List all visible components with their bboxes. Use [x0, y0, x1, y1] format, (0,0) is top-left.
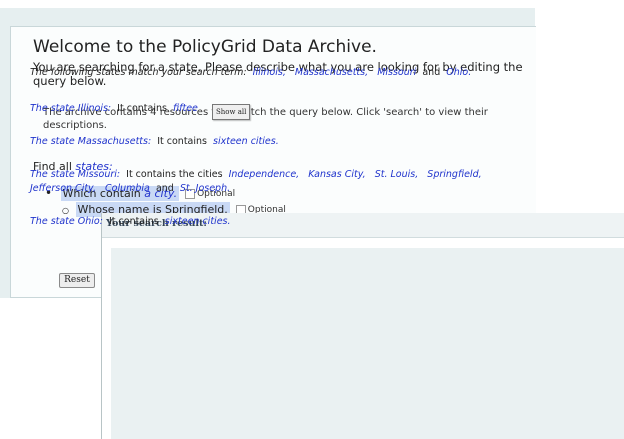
ohio-label-link[interactable]: The state Ohio: — [30, 216, 103, 227]
ohio-text: It contains — [108, 216, 159, 227]
city-link-st-joseph[interactable]: St. Joseph. — [180, 183, 230, 194]
missouri-line: The state Missouri: It contains the citi… — [30, 169, 482, 180]
ohio-cities-link[interactable]: sixteen cities. — [165, 216, 231, 227]
state-link-ohio[interactable]: Ohio. — [446, 67, 471, 78]
state-link-illinois[interactable]: Illinois, — [253, 67, 286, 78]
massachusetts-label-link[interactable]: The state Massachusetts: — [30, 136, 151, 147]
city-link-columbia[interactable]: Columbia — [105, 183, 150, 194]
page-title: Welcome to the PolicyGrid Data Archive. — [33, 37, 377, 57]
circle-bullet-icon: ○ — [62, 205, 69, 215]
summary-and: and — [422, 67, 441, 78]
massachusetts-cities-link[interactable]: sixteen cities. — [213, 136, 279, 147]
missouri-text: It contains the cities — [126, 169, 223, 180]
state-link-massachusetts[interactable]: Massachusetts, — [295, 67, 368, 78]
massachusetts-line: The state Massachusetts: It contains six… — [30, 136, 279, 147]
massachusetts-text: It contains — [157, 136, 207, 147]
city-link-st-louis[interactable]: St. Louis, — [375, 169, 419, 180]
city-link-jefferson-city[interactable]: Jefferson City, — [30, 183, 96, 194]
city-link-springfield[interactable]: Springfield, — [427, 169, 481, 180]
city-link-kansas-city[interactable]: Kansas City, — [308, 169, 365, 180]
summary-prefix: The following states match your search t… — [30, 67, 247, 78]
illinois-line: The state Illinois: It contains fiftee — [30, 103, 198, 114]
missouri-and: and — [155, 183, 174, 194]
ohio-line: The state Ohio: It contains sixteen citi… — [30, 216, 231, 227]
missouri-line-2: Jefferson City, Columbia and St. Joseph. — [30, 183, 230, 194]
search-result-window: Your search result: — [101, 213, 624, 439]
illinois-text: It contains — [117, 103, 167, 114]
reset-button[interactable]: Reset — [59, 273, 95, 288]
state-link-missouri[interactable]: Missouri — [377, 67, 416, 78]
summary-line: The following states match your search t… — [30, 67, 471, 78]
result-body — [111, 248, 624, 439]
city-link-independence[interactable]: Independence, — [229, 169, 300, 180]
illinois-label-link[interactable]: The state Illinois: — [30, 103, 111, 114]
missouri-label-link[interactable]: The state Missouri: — [30, 169, 120, 180]
show-all-button[interactable]: Show all — [212, 104, 251, 120]
illinois-cities-link[interactable]: fiftee — [173, 103, 198, 114]
